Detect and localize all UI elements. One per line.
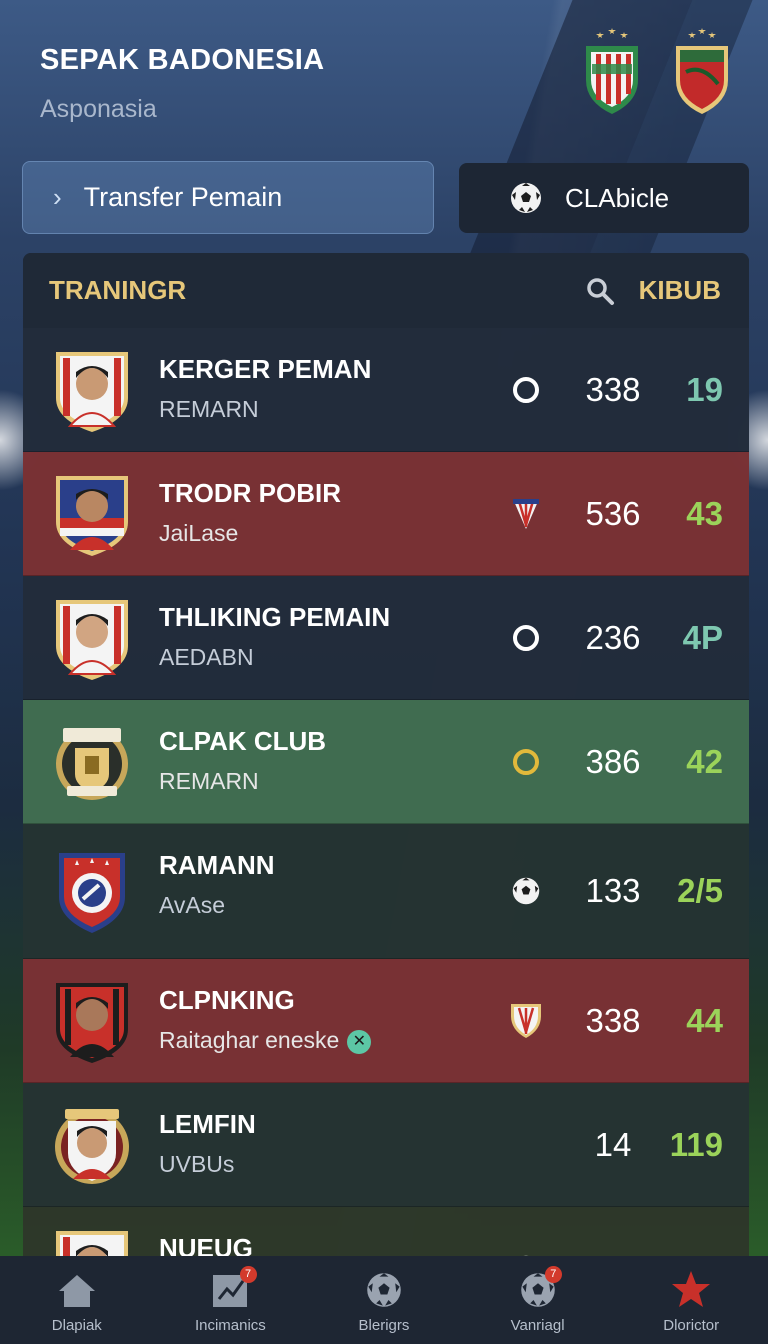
list-item[interactable]: RAMANN AvAse 133 2/5 [23,824,749,959]
club-button[interactable]: CLAbicle [459,163,749,233]
nav-label: Incimanics [194,1316,266,1334]
list-item[interactable]: CLPNKING Raitaghar eneske ✕ 338 44 [23,959,749,1083]
transfer-button-label: Transfer Pemain [83,182,283,212]
player-avatar [56,351,128,432]
nav-label: Dlorictor [663,1316,720,1334]
soccer-ball-icon [365,1267,403,1309]
list-item[interactable]: TRODR POBIR JaiLase 536 43 [23,452,749,576]
club-button-label: CLAbicle [565,182,670,213]
club-crest-icon[interactable] [672,28,732,114]
player-role: REMARN [159,396,259,422]
club-avatar [59,853,125,933]
pennant-icon [509,1003,543,1038]
star-icon [670,1267,712,1309]
player-name: NUEUG [159,1233,253,1257]
player-role: JaiLase [159,520,239,546]
soccer-ball-icon [509,874,543,908]
chevron-right-icon: › [53,182,62,212]
club-crest-icon[interactable] [582,28,642,114]
player-role: Raitaghar eneske ✕ [159,1027,372,1054]
notification-badge: 7 [544,1266,562,1283]
player-rating: 536 [585,494,641,532]
club-role: AvAse [159,892,226,918]
nav-label: Vanriagl [510,1316,565,1334]
soccer-ball-icon [511,183,541,213]
search-icon[interactable] [585,276,615,306]
notification-badge: 7 [239,1266,257,1283]
verified-icon: ✕ [347,1029,372,1054]
nav-item-stats[interactable]: 7 Incimanics [154,1256,308,1344]
player-rating: 14 [594,1125,632,1163]
player-name: TRODR POBIR [159,478,341,508]
player-avatar [56,982,128,1063]
nav-item-players[interactable]: Blerigrs [307,1256,461,1344]
player-role: UVBUs [159,1151,235,1177]
gold-ring-icon [509,745,543,779]
player-role: AEDABN [159,644,254,670]
player-name: CLPNKING [159,985,295,1015]
list-item[interactable]: NUEUG 226 39 [23,1207,749,1257]
player-score: 42 [686,742,723,780]
club-avatar [56,727,128,800]
player-avatar [56,475,128,556]
panel-header: TRANINGR KIBUB [23,253,749,328]
nav-item-director[interactable]: Dlorictor [614,1256,768,1344]
player-rating: 236 [585,618,641,656]
player-score: 119 [669,1125,723,1163]
player-rating: 386 [585,742,641,780]
player-role-text: Raitaghar eneske [159,1027,340,1053]
player-rating: 338 [585,370,641,408]
player-score: 43 [686,494,723,532]
club-name: RAMANN [159,850,275,880]
player-rating: 133 [585,872,641,909]
player-score: 4P [682,618,723,656]
app-header: SEPAK BADONESIA Asponasia [40,44,324,124]
panel-sort-label[interactable]: KIBUB [639,275,721,306]
player-name: LEMFIN [159,1109,256,1139]
club-name: CLPAK CLUB [159,726,327,756]
home-icon [57,1267,97,1309]
pennant-icon [509,497,543,531]
player-avatar [55,1108,129,1184]
player-score: 44 [686,1001,723,1039]
player-score: 2/5 [677,872,723,909]
nav-label: Blerigrs [358,1316,410,1334]
app-subtitle: Asponasia [40,95,157,123]
transfer-button[interactable]: › Transfer Pemain [22,161,434,234]
nav-item-matches[interactable]: 7 Vanriagl [461,1256,615,1344]
list-item[interactable]: KERGER PEMAN REMARN 338 19 [23,328,749,452]
panel-title: TRANINGR [49,275,187,305]
player-avatar [56,1230,128,1257]
nav-item-home[interactable]: Dlapiak [0,1256,154,1344]
list-item[interactable]: LEMFIN UVBUs 14 119 [23,1083,749,1207]
ring-icon [509,621,543,655]
nav-label: Dlapiak [51,1316,102,1334]
list-item[interactable]: THLIKING PEMAIN AEDABN 236 4P [23,576,749,700]
player-name: THLIKING PEMAIN [159,602,391,632]
player-name: KERGER PEMAN [159,354,372,384]
player-score: 19 [686,370,723,408]
list-item[interactable]: CLPAK CLUB REMARN 386 42 [23,700,749,824]
ranking-panel: TRANINGR KIBUB KERGER PEMAN REMARN 338 1… [23,253,749,1257]
bottom-nav: Dlapiak 7 Incimanics Blerigrs 7 Vanriagl… [0,1256,768,1344]
player-avatar [56,599,128,680]
club-role: REMARN [159,768,259,794]
player-rating: 338 [585,1001,641,1039]
app-title: SEPAK BADONESIA [40,44,325,76]
ring-icon [509,373,543,407]
